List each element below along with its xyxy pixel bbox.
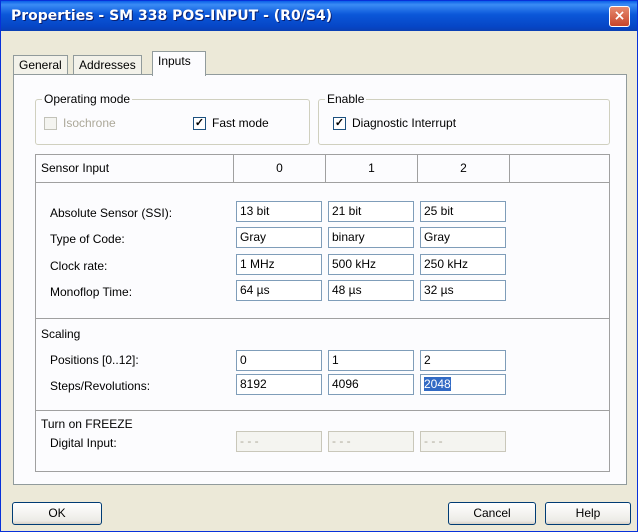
freeze-title: Turn on FREEZE	[41, 417, 133, 431]
monoflop-time-label: Monoflop Time:	[50, 285, 133, 299]
steps-1-field[interactable]: 4096	[328, 374, 414, 395]
isochrone-label: Isochrone	[63, 116, 116, 130]
diagnostic-interrupt-checkbox[interactable]: ✓	[333, 117, 346, 130]
positions-2-field[interactable]: 2	[420, 350, 506, 371]
steps-2-field[interactable]: 2048	[420, 374, 506, 395]
scaling-separator	[36, 318, 609, 319]
positions-0-field[interactable]: 0	[236, 350, 322, 371]
cancel-button[interactable]: Cancel	[448, 502, 536, 525]
operating-mode-group: Operating mode Isochrone ✓ Fast mode	[35, 92, 310, 145]
isochrone-checkbox[interactable]	[44, 117, 57, 130]
type-of-code-label: Type of Code:	[50, 232, 125, 246]
tab-inputs[interactable]: Inputs	[152, 51, 206, 76]
digital-input-1-field[interactable]: - - -	[328, 431, 414, 452]
sensor-parameter-table: Sensor Input 0 1 2 Absolute Sensor (SSI)…	[35, 154, 610, 472]
header-col-0: 0	[234, 155, 326, 182]
monoflop-time-2-field[interactable]: 32 µs	[420, 280, 506, 301]
tab-addresses[interactable]: Addresses	[73, 55, 142, 75]
ok-button[interactable]: OK	[12, 502, 102, 525]
enable-group: Enable ✓ Diagnostic Interrupt	[318, 92, 610, 145]
header-sensor-input: Sensor Input	[36, 155, 234, 182]
type-of-code-2-field[interactable]: Gray	[420, 227, 506, 248]
absolute-sensor-label: Absolute Sensor (SSI):	[50, 206, 173, 220]
absolute-sensor-0-field[interactable]: 13 bit	[236, 201, 322, 222]
type-of-code-1-field[interactable]: binary	[328, 227, 414, 248]
type-of-code-0-field[interactable]: Gray	[236, 227, 322, 248]
table-header: Sensor Input 0 1 2	[36, 155, 609, 183]
monoflop-time-1-field[interactable]: 48 µs	[328, 280, 414, 301]
absolute-sensor-2-field[interactable]: 25 bit	[420, 201, 506, 222]
scaling-title: Scaling	[41, 327, 81, 341]
steps-revolutions-label: Steps/Revolutions:	[50, 379, 151, 393]
steps-0-field[interactable]: 8192	[236, 374, 322, 395]
help-button[interactable]: Help	[545, 502, 631, 525]
window-title: Properties - SM 338 POS-INPUT - (R0/S4)	[11, 8, 333, 24]
clock-rate-2-field[interactable]: 250 kHz	[420, 254, 506, 275]
monoflop-time-0-field[interactable]: 64 µs	[236, 280, 322, 301]
inputs-panel: Operating mode Isochrone ✓ Fast mode Ena…	[13, 74, 627, 485]
positions-1-field[interactable]: 1	[328, 350, 414, 371]
header-col-2: 2	[418, 155, 510, 182]
operating-mode-label: Operating mode	[42, 92, 133, 106]
clock-rate-label: Clock rate:	[50, 259, 108, 273]
fast-mode-label: Fast mode	[212, 116, 269, 130]
diagnostic-interrupt-label: Diagnostic Interrupt	[352, 116, 457, 130]
freeze-separator	[36, 410, 609, 411]
enable-label: Enable	[325, 92, 367, 106]
title-bar[interactable]: Properties - SM 338 POS-INPUT - (R0/S4) …	[1, 1, 637, 31]
digital-input-label: Digital Input:	[50, 436, 117, 450]
tab-general[interactable]: General	[13, 55, 68, 75]
digital-input-0-field[interactable]: - - -	[236, 431, 322, 452]
digital-input-2-field[interactable]: - - -	[420, 431, 506, 452]
absolute-sensor-1-field[interactable]: 21 bit	[328, 201, 414, 222]
properties-dialog: Properties - SM 338 POS-INPUT - (R0/S4) …	[0, 0, 638, 532]
close-icon[interactable]: ×	[609, 6, 630, 27]
steps-2-selected-text: 2048	[424, 377, 451, 391]
clock-rate-0-field[interactable]: 1 MHz	[236, 254, 322, 275]
header-col-1: 1	[326, 155, 418, 182]
fast-mode-checkbox[interactable]: ✓	[193, 117, 206, 130]
clock-rate-1-field[interactable]: 500 kHz	[328, 254, 414, 275]
positions-label: Positions [0..12]:	[50, 353, 139, 367]
